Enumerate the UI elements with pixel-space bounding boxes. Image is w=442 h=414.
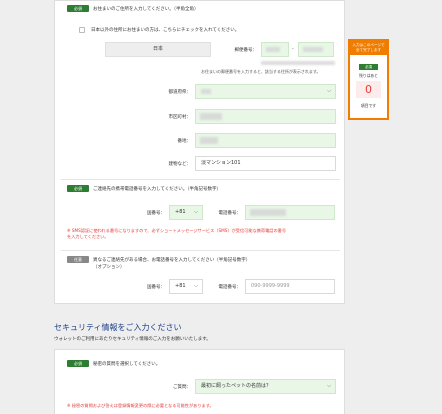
- security-form-card: 必須 秘密の質問を選択してください。 ご質問： 最初に飼ったペットの名前は？ ⌵…: [54, 349, 345, 414]
- building-label: 建物など：: [168, 162, 192, 167]
- prefecture-select[interactable]: ⌵: [195, 84, 336, 99]
- sidebar-header: 入力はこのページで 全て完了します: [350, 41, 387, 55]
- country-code-value: +81: [175, 209, 186, 215]
- security-note: ※ 秘密の質問および答えは登録情報変更の際に必要となる可能性があります。: [67, 403, 214, 408]
- security-question-value: 最初に飼ったペットの名前は？: [201, 383, 272, 389]
- required-badge: 必須: [67, 185, 89, 192]
- progress-sidebar: 入力はこのページで 全て完了します 必須 残りはあと 0 項目です: [348, 39, 389, 120]
- divider: [61, 250, 340, 251]
- sidebar-header-line1: 入力はこのページで: [352, 43, 385, 47]
- postal-helper-blurred: [261, 61, 335, 65]
- security-section-subtitle: ウォレットのご利用にあたりセキュリティ情報のご入力をお願いいたします。: [54, 337, 211, 342]
- sidebar-header-line2: 全て完了します: [355, 48, 382, 52]
- chevron-down-icon: ⌵: [327, 383, 331, 389]
- city-label: 市区町村：: [168, 115, 192, 120]
- other-phone-label: 電話番号：: [218, 285, 242, 290]
- mobile-prompt: ご連絡先の携帯電話番号を入力してください。（半角記号数字）: [93, 187, 221, 192]
- postal-code-second-input[interactable]: [298, 42, 334, 57]
- security-question-label: ご質問：: [173, 385, 191, 390]
- other-phone-input[interactable]: 090-9999-9999: [245, 279, 335, 294]
- other-country-code-label: 国番号：: [147, 285, 165, 290]
- mobile-phone-label: 電話番号：: [218, 211, 242, 216]
- other-country-code-select[interactable]: +81 ⌵: [169, 279, 203, 294]
- other-phone-optional-note: （オプション）: [93, 265, 125, 270]
- mobile-phone-input[interactable]: [245, 205, 335, 220]
- country-display: 日本: [105, 42, 211, 57]
- postal-label: 郵便番号：: [234, 48, 258, 53]
- prefecture-label: 都道府県：: [168, 90, 192, 95]
- sidebar-required-badge: 必須: [359, 64, 378, 70]
- required-badge: 必須: [67, 360, 89, 367]
- address-form-card: 必須 お住まいのご住所を入力してください。（半角全角） 日本以外の住所にお住まい…: [54, 0, 345, 304]
- country-code-value: +81: [175, 283, 186, 289]
- overseas-label: 日本以外の住所にお住まいの方は、こちらにチェックを入れてください。: [91, 28, 240, 33]
- overseas-checkbox[interactable]: [79, 27, 85, 33]
- city-input[interactable]: [195, 109, 336, 124]
- postal-separator: -: [292, 47, 294, 52]
- security-question-select[interactable]: 最初に飼ったペットの名前は？ ⌵: [195, 379, 336, 394]
- building-input[interactable]: 淡マンション101: [195, 156, 336, 171]
- postal-code-first-input[interactable]: [261, 42, 289, 57]
- security-section-title: セキュリティ情報をご入力ください: [54, 323, 182, 332]
- sms-note-line2: を入力してください。: [67, 234, 109, 239]
- chevron-down-icon: ⌵: [327, 88, 331, 94]
- sidebar-done-label: 項目です: [360, 103, 377, 108]
- street-input[interactable]: [195, 133, 336, 148]
- chevron-down-icon: ⌵: [194, 209, 198, 215]
- mobile-country-code-label: 国番号：: [147, 211, 165, 216]
- mobile-country-code-select[interactable]: +81 ⌵: [169, 205, 203, 220]
- security-question-prompt: 秘密の質問を選択してください。: [93, 362, 161, 367]
- required-badge: 必須: [67, 5, 89, 12]
- chevron-down-icon: ⌵: [194, 283, 198, 289]
- postal-note: お住まいの郵便番号を入力すると、該当する住所が表示されます。: [201, 69, 321, 74]
- other-phone-prompt: 異なるご連絡先がある場合、お電話番号を入力してください（半角記号数字）: [93, 258, 251, 263]
- optional-badge: 任意: [67, 256, 89, 263]
- remaining-count: 0: [356, 81, 381, 98]
- street-label: 番地：: [177, 139, 192, 144]
- sidebar-remaining-label: 残りはあと: [359, 73, 378, 78]
- address-prompt: お住まいのご住所を入力してください。（半角全角）: [93, 7, 199, 12]
- divider: [61, 179, 340, 180]
